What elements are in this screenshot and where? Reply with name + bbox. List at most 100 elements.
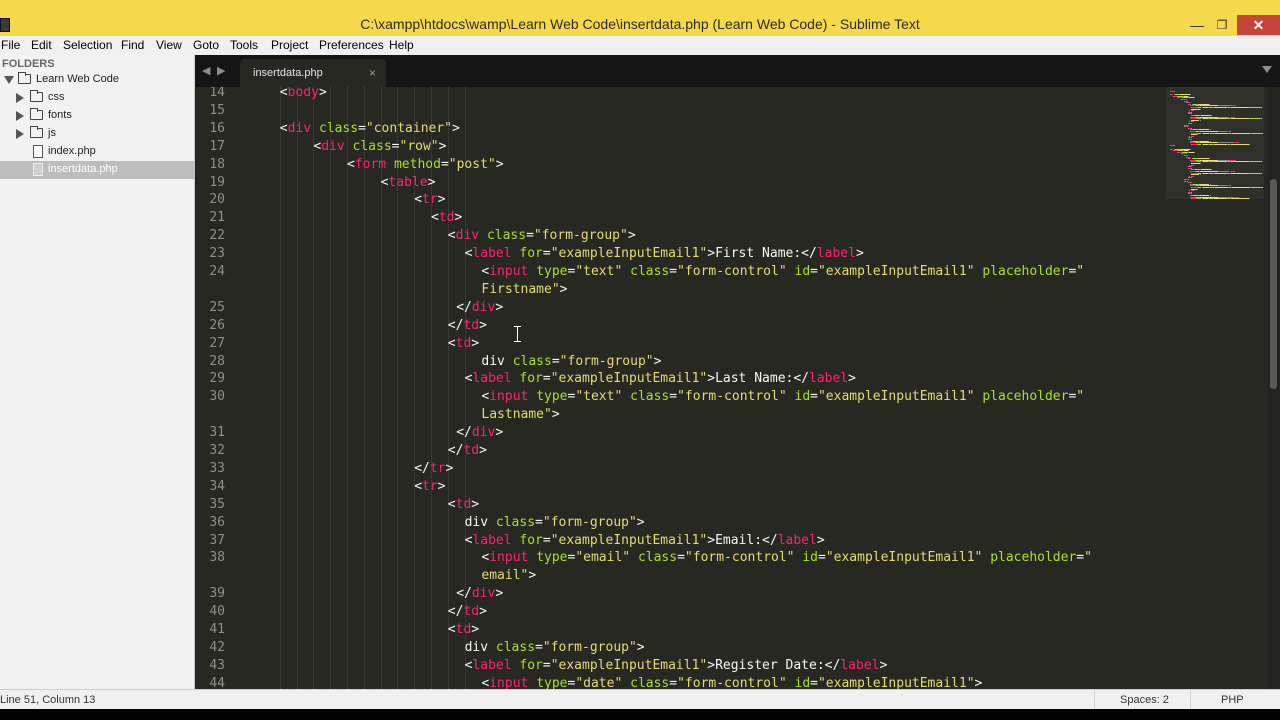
chevron-right-icon[interactable] bbox=[16, 111, 24, 121]
tab-insertdata-php[interactable]: insertdata.php × bbox=[240, 59, 386, 87]
code-line[interactable]: <label for="exampleInputEmail1">Register… bbox=[465, 657, 888, 675]
line-number: 26 bbox=[209, 317, 225, 333]
code-line[interactable]: <label for="exampleInputEmail1">Last Nam… bbox=[465, 370, 856, 388]
code-line[interactable]: email"> bbox=[481, 567, 536, 585]
vertical-scrollbar[interactable] bbox=[1268, 87, 1280, 689]
line-number: 39 bbox=[209, 586, 225, 602]
line-number: 38 bbox=[209, 550, 225, 566]
minimap[interactable] bbox=[1166, 87, 1264, 207]
code-line[interactable]: <table> bbox=[381, 174, 436, 192]
code-line[interactable]: <input type="text" class="form-control" … bbox=[481, 388, 1084, 406]
tab-back-icon[interactable]: ◀ bbox=[202, 64, 210, 77]
sidebar-item-fonts[interactable]: fonts bbox=[0, 107, 195, 125]
menu-help[interactable]: Help bbox=[389, 38, 414, 52]
sidebar-item-index-php[interactable]: index.php bbox=[0, 143, 195, 161]
maximize-button[interactable]: ❐ bbox=[1210, 15, 1234, 35]
code-line[interactable]: <label for="exampleInputEmail1">First Na… bbox=[465, 245, 864, 263]
line-number: 21 bbox=[209, 210, 225, 226]
code-line[interactable]: <td> bbox=[448, 335, 479, 353]
code-line[interactable]: </div> bbox=[456, 299, 503, 317]
minimap-line bbox=[1260, 172, 1262, 174]
indent-guide bbox=[363, 87, 365, 689]
sidebar-item-label: js bbox=[48, 127, 56, 139]
sidebar-item-insertdata-php[interactable]: insertdata.php bbox=[0, 161, 195, 179]
tab-forward-icon[interactable]: ▶ bbox=[217, 64, 225, 77]
menu-goto[interactable]: Goto bbox=[193, 38, 219, 52]
line-number: 43 bbox=[209, 657, 225, 673]
line-number: 37 bbox=[209, 532, 225, 548]
minimap-line bbox=[1230, 107, 1249, 108]
code-line[interactable]: <input type="email" class="form-control"… bbox=[481, 549, 1092, 567]
chevron-right-icon[interactable] bbox=[16, 93, 24, 103]
line-number: 15 bbox=[209, 102, 225, 118]
code-line[interactable]: <td> bbox=[431, 209, 462, 227]
code-line[interactable]: Lastname"> bbox=[481, 406, 559, 424]
menu-tools[interactable]: Tools bbox=[230, 38, 258, 52]
indent-guide bbox=[296, 87, 298, 689]
line-number: 40 bbox=[209, 604, 225, 620]
scrollbar-thumb[interactable] bbox=[1270, 179, 1277, 389]
minimap-line bbox=[1196, 188, 1198, 190]
menu-preferences[interactable]: Preferences bbox=[319, 38, 384, 52]
sidebar-item-js[interactable]: js bbox=[0, 125, 195, 143]
folder-icon bbox=[30, 90, 43, 102]
minimap-line bbox=[1250, 187, 1261, 188]
close-button[interactable]: ✕ bbox=[1237, 15, 1280, 35]
line-number: 28 bbox=[209, 353, 225, 369]
close-tab-icon[interactable]: × bbox=[369, 66, 376, 80]
code-line[interactable]: div class="form-group"> bbox=[481, 353, 661, 371]
menu-file[interactable]: File bbox=[1, 38, 20, 52]
sidebar-item-root-folder[interactable]: Learn Web Code bbox=[0, 71, 195, 89]
minimap-line bbox=[1230, 161, 1249, 163]
code-line[interactable]: <form method="post"> bbox=[347, 156, 504, 174]
code-line[interactable]: <input type="text" class="form-control" … bbox=[481, 263, 1084, 281]
code-line[interactable]: <div class="row"> bbox=[313, 138, 446, 156]
code-line[interactable]: <input type="date" class="form-control" … bbox=[481, 675, 982, 689]
code-line[interactable]: </div> bbox=[456, 585, 503, 603]
minimap-line bbox=[1193, 164, 1195, 166]
line-number: 23 bbox=[209, 246, 225, 262]
code-editor[interactable]: 14 15 16 17 18 19 20 21 22 23 24 25 26 27 28 29 30 31 32 33… bbox=[196, 87, 1280, 689]
syntax-mode[interactable]: PHP bbox=[1221, 694, 1244, 706]
code-line[interactable]: <tr> bbox=[414, 478, 445, 496]
menu-view[interactable]: View bbox=[156, 38, 182, 52]
minimap-line bbox=[1193, 175, 1195, 177]
line-number: 20 bbox=[209, 192, 225, 208]
code-line[interactable]: <body> bbox=[280, 87, 327, 102]
menu-project[interactable]: Project bbox=[271, 38, 308, 52]
indentation-setting[interactable]: Spaces: 2 bbox=[1120, 694, 1169, 706]
minimap-line bbox=[1231, 132, 1250, 134]
tab-list-dropdown-icon[interactable] bbox=[1262, 66, 1272, 73]
minimap-line bbox=[1174, 145, 1176, 147]
code-line[interactable]: </div> bbox=[456, 424, 503, 442]
chevron-right-icon[interactable] bbox=[16, 129, 24, 139]
minimap-line bbox=[1194, 97, 1196, 99]
menu-find[interactable]: Find bbox=[121, 38, 144, 52]
indent-guide bbox=[279, 87, 281, 689]
code-line[interactable]: <label for="exampleInputEmail1">Email:</… bbox=[465, 532, 825, 550]
chevron-down-icon[interactable] bbox=[4, 76, 14, 84]
sidebar-item-css[interactable]: css bbox=[0, 89, 195, 107]
code-line[interactable]: </td> bbox=[448, 603, 487, 621]
tab-label: insertdata.php bbox=[253, 67, 323, 79]
minimap-line bbox=[1199, 119, 1201, 121]
indent-guide bbox=[313, 87, 315, 689]
minimap-line bbox=[1214, 161, 1227, 163]
sidebar: FOLDERS Learn Web Code css fonts js inde… bbox=[0, 55, 195, 689]
line-number-gutter: 14 15 16 17 18 19 20 21 22 23 24 25 26 27 28 29 30 31 32 33… bbox=[196, 87, 254, 689]
code-line[interactable]: </td> bbox=[448, 442, 487, 460]
menu-edit[interactable]: Edit bbox=[31, 38, 52, 52]
minimize-button[interactable]: — bbox=[1184, 15, 1210, 35]
code-line[interactable]: <div class="form-group"> bbox=[448, 227, 636, 245]
tab-bar: ◀ ▶ insertdata.php × bbox=[196, 55, 1280, 87]
code-line[interactable]: </tr> bbox=[414, 460, 453, 478]
code-line[interactable]: </td> bbox=[448, 317, 487, 335]
code-line[interactable]: <tr> bbox=[414, 191, 445, 209]
code-line[interactable]: div class="form-group"> bbox=[465, 514, 645, 532]
code-line[interactable]: <td> bbox=[448, 621, 479, 639]
code-line[interactable]: <div class="container"> bbox=[280, 120, 460, 138]
code-line[interactable]: Firstname"> bbox=[481, 281, 567, 299]
code-line[interactable]: <td> bbox=[448, 496, 479, 514]
code-line[interactable]: div class="form-group"> bbox=[465, 639, 645, 657]
menu-selection[interactable]: Selection bbox=[63, 38, 112, 52]
